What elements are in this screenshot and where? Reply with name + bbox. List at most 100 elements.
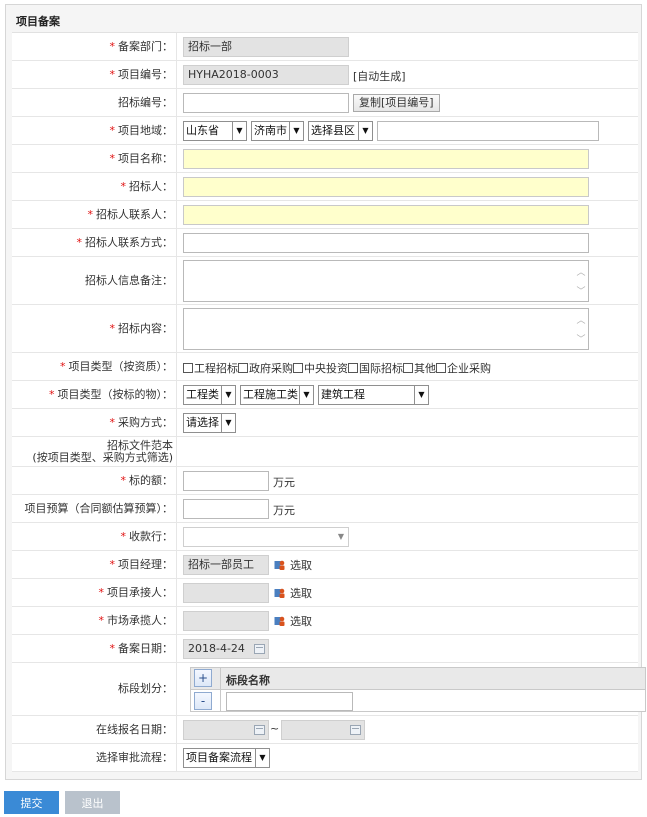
row-tenderer-contact: * 招标人联系人： — [12, 201, 638, 229]
person-picker-icon — [274, 616, 285, 626]
checkbox[interactable] — [403, 363, 413, 373]
template-label-line1: 招标文件范本 — [107, 438, 173, 452]
region-detail-input[interactable] — [377, 121, 599, 141]
subject-level2-select[interactable]: 工程施工类 ▼ — [240, 385, 314, 405]
scroll-down-icon: ﹀ — [576, 287, 586, 297]
calendar-icon[interactable] — [254, 644, 265, 654]
budget-unit: 万元 — [273, 504, 295, 517]
checkbox[interactable] — [348, 363, 358, 373]
row-template: 招标文件范本 (按项目类型、采购方式筛选) — [12, 437, 638, 467]
tenderer-note-label: 招标人信息备注： — [85, 273, 173, 287]
tender-content-textarea[interactable]: ︿ ﹀ — [183, 308, 589, 350]
flow-select[interactable]: 项目备案流程 ▼ — [183, 748, 270, 768]
chevron-down-icon: ▼ — [299, 386, 313, 404]
checkbox-option[interactable]: 企业采购 — [436, 362, 491, 375]
checkbox-option[interactable]: 其他 — [403, 362, 436, 375]
exit-button[interactable]: 退出 — [65, 791, 120, 814]
chevron-down-icon: ▼ — [358, 122, 372, 140]
tenderer-phone-input[interactable] — [183, 233, 589, 253]
undertaker-field[interactable] — [183, 583, 269, 603]
checkbox[interactable] — [293, 363, 303, 373]
row-bank: * 收款行： ▼ — [12, 523, 638, 551]
copy-project-no-button[interactable]: 复制[项目编号] — [353, 94, 440, 112]
city-select[interactable]: 济南市 ▼ — [251, 121, 304, 141]
marketer-label: 市场承揽人： — [107, 613, 173, 627]
checkbox-option[interactable]: 工程招标 — [183, 362, 238, 375]
project-record-panel: 项目备案 * 备案部门： 招标一部 * 项目编号： HYHA2018-0003 [自… — [5, 4, 646, 780]
chevron-down-icon: ▼ — [232, 122, 246, 140]
row-tenderer-phone: * 招标人联系方式： — [12, 229, 638, 257]
row-flow: 选择审批流程： 项目备案流程 ▼ — [12, 744, 638, 772]
sections-grid-header: + 标段名称 — [191, 668, 645, 690]
row-signup-date: 在线报名日期： ~ — [12, 716, 638, 744]
subject-level1-select[interactable]: 工程类 ▼ — [183, 385, 236, 405]
project-record-form: * 备案部门： 招标一部 * 项目编号： HYHA2018-0003 [自动生成] … — [12, 32, 646, 772]
row-purchase-method: * 采购方式： 请选择 ▼ — [12, 409, 638, 437]
checkbox-option[interactable]: 中央投资 — [293, 362, 348, 375]
signup-date-from[interactable] — [183, 720, 269, 740]
tender-content-label: 招标内容： — [118, 321, 173, 335]
purchase-method-label: 采购方式： — [118, 415, 173, 429]
tenderer-input[interactable] — [183, 177, 589, 197]
checkbox-option[interactable]: 国际招标 — [348, 362, 403, 375]
row-dept: * 备案部门： 招标一部 — [12, 33, 638, 61]
manager-pick-button[interactable]: 选取 — [274, 557, 312, 573]
submit-button[interactable]: 提交 — [4, 791, 59, 814]
tenderer-label: 招标人： — [129, 179, 173, 193]
region-label: 项目地域： — [118, 123, 173, 137]
amount-input[interactable] — [183, 471, 269, 491]
row-sections: 标段划分： + 标段名称 - — [12, 663, 646, 716]
qualification-checkbox-group: 工程招标 政府采购 中央投资 国际招标 其他 企业采购 — [183, 360, 491, 376]
scroll-up-icon: ︿ — [576, 316, 586, 326]
county-select[interactable]: 选择县区 ▼ — [308, 121, 373, 141]
undertaker-pick-button[interactable]: 选取 — [274, 585, 312, 601]
amount-label: 标的额： — [129, 473, 173, 487]
chevron-down-icon: ▼ — [337, 532, 344, 541]
add-section-button[interactable]: + — [194, 669, 212, 687]
checkbox-option[interactable]: 政府采购 — [238, 362, 293, 375]
chevron-down-icon: ▼ — [414, 386, 428, 404]
type-subject-label: 项目类型（按标的物）： — [57, 387, 174, 401]
row-tender-no: 招标编号： 复制[项目编号] — [12, 89, 638, 117]
bank-combobox[interactable]: ▼ — [183, 527, 349, 547]
remove-section-button[interactable]: - — [194, 692, 212, 710]
calendar-icon[interactable] — [350, 725, 361, 735]
checkbox[interactable] — [238, 363, 248, 373]
dept-field[interactable]: 招标一部 — [183, 37, 349, 57]
sections-label: 标段划分： — [118, 682, 173, 695]
tenderer-contact-input[interactable] — [183, 205, 589, 225]
person-picker-icon — [274, 588, 285, 598]
project-name-label: 项目名称： — [118, 151, 173, 165]
province-select[interactable]: 山东省 ▼ — [183, 121, 247, 141]
signup-date-to[interactable] — [281, 720, 365, 740]
marketer-pick-button[interactable]: 选取 — [274, 613, 312, 629]
tender-no-label: 招标编号： — [118, 95, 173, 109]
calendar-icon[interactable] — [254, 725, 265, 735]
row-project-name: * 项目名称： — [12, 145, 638, 173]
checkbox[interactable] — [436, 363, 446, 373]
tenderer-contact-label: 招标人联系人： — [96, 207, 173, 221]
marketer-field[interactable] — [183, 611, 269, 631]
row-region: * 项目地域： 山东省 ▼ 济南市 ▼ 选择县区 ▼ — [12, 117, 638, 145]
subject-level3-select[interactable]: 建筑工程 ▼ — [318, 385, 429, 405]
textarea-scrollbar[interactable]: ︿ ﹀ — [574, 309, 588, 349]
purchase-method-select[interactable]: 请选择 ▼ — [183, 413, 236, 433]
flow-label: 选择审批流程： — [96, 750, 173, 764]
row-marketer: * 市场承揽人： 选取 — [12, 607, 638, 635]
budget-input[interactable] — [183, 499, 269, 519]
textarea-scrollbar[interactable]: ︿ ﹀ — [574, 261, 588, 301]
tender-no-input[interactable] — [183, 93, 349, 113]
tenderer-phone-label: 招标人联系方式： — [85, 235, 173, 249]
project-no-field[interactable]: HYHA2018-0003 — [183, 65, 349, 85]
record-date-field[interactable]: 2018-4-24 — [183, 639, 269, 659]
template-value — [178, 437, 638, 466]
project-name-input[interactable] — [183, 149, 589, 169]
checkbox[interactable] — [183, 363, 193, 373]
chevron-down-icon: ▼ — [221, 414, 235, 432]
tenderer-note-textarea[interactable]: ︿ ﹀ — [183, 260, 589, 302]
row-undertaker: * 项目承接人： 选取 — [12, 579, 638, 607]
section-name-input[interactable] — [226, 692, 353, 711]
row-tender-content: * 招标内容： ︿ ﹀ — [12, 305, 638, 353]
undertaker-label: 项目承接人： — [107, 585, 173, 599]
manager-field[interactable]: 招标一部员工 — [183, 555, 269, 575]
